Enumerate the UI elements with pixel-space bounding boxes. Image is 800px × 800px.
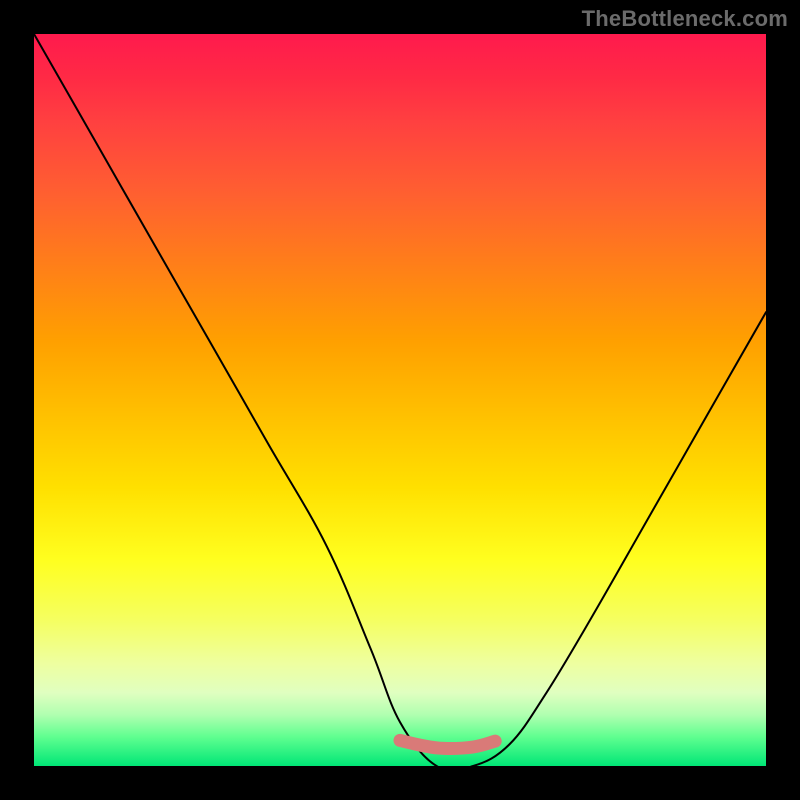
- watermark-text: TheBottleneck.com: [582, 6, 788, 32]
- optimal-zone-marker: [400, 740, 495, 748]
- bottleneck-curve-path: [34, 34, 766, 766]
- plot-area: [34, 34, 766, 766]
- chart-frame: TheBottleneck.com: [0, 0, 800, 800]
- chart-svg: [34, 34, 766, 766]
